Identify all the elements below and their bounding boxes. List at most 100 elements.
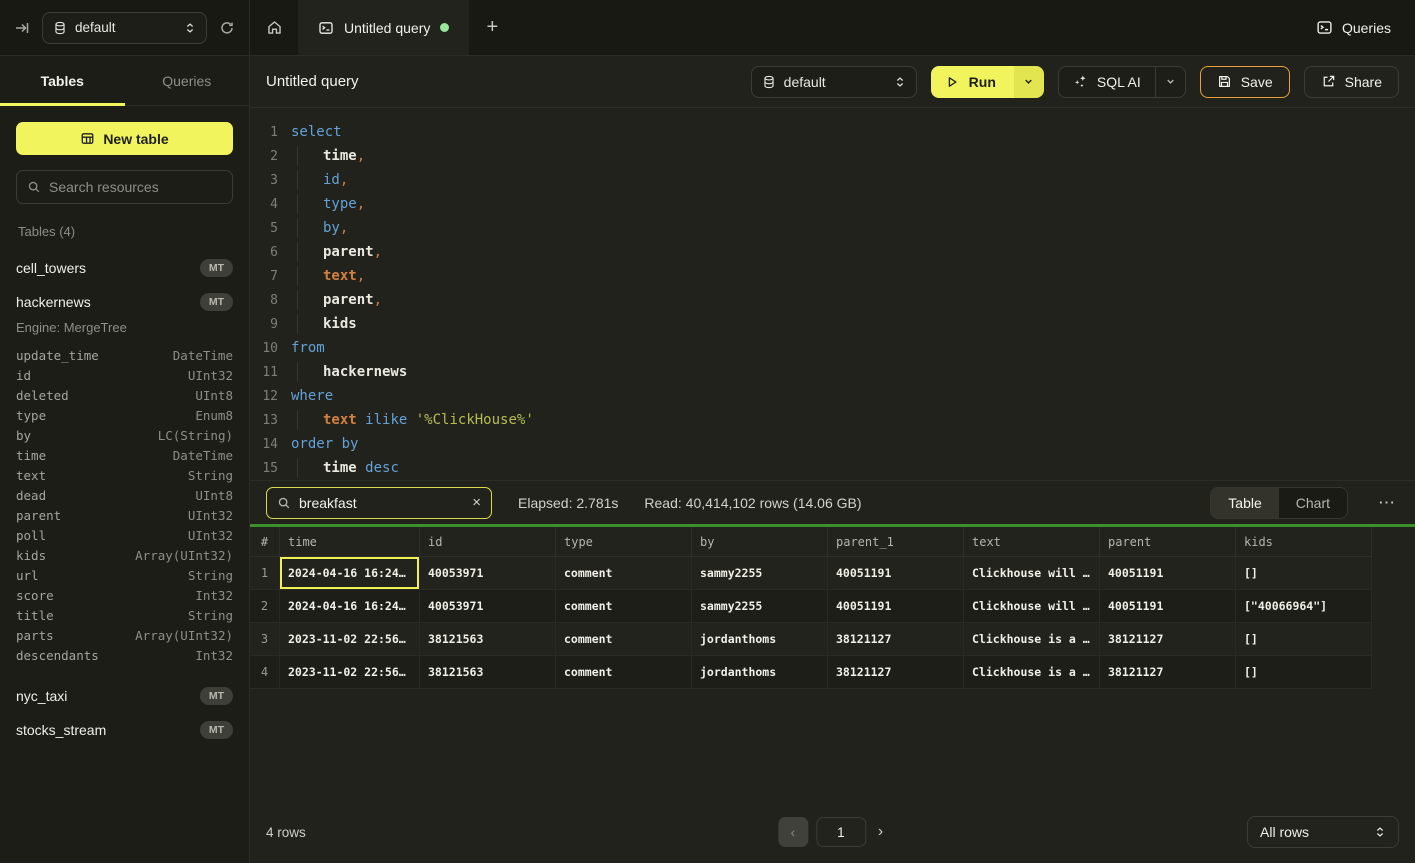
cell-1-parent[interactable]: 40051191 — [1100, 557, 1236, 590]
code-line[interactable]: id, — [291, 172, 348, 188]
cell-4-by[interactable]: jordanthoms — [692, 656, 828, 689]
cell-2-type[interactable]: comment — [556, 590, 692, 623]
query-database-selector[interactable]: default — [751, 66, 917, 98]
code-line[interactable]: parent, — [291, 244, 382, 260]
cell-2-by[interactable]: sammy2255 — [692, 590, 828, 623]
cell-2-parent_1[interactable]: 40051191 — [828, 590, 964, 623]
results-search-input[interactable] — [299, 495, 464, 511]
collapse-sidebar-icon — [14, 20, 30, 36]
cell-3-parent_1[interactable]: 38121127 — [828, 623, 964, 656]
resource-search-input[interactable] — [49, 179, 222, 195]
code-line[interactable]: text ilike '%ClickHouse%' — [291, 412, 534, 428]
cell-3-kids[interactable]: [] — [1236, 623, 1372, 656]
sql-token: , — [357, 268, 365, 284]
cell-2-time[interactable]: 2024-04-16 16:24… — [280, 590, 420, 623]
cell-2-id[interactable]: 40053971 — [420, 590, 556, 623]
sql-token: where — [291, 388, 333, 404]
view-toggle-chart[interactable]: Chart — [1279, 488, 1347, 518]
cell-1-parent_1[interactable]: 40051191 — [828, 557, 964, 590]
table-name: stocks_stream — [16, 722, 106, 738]
code-line[interactable]: time desc — [291, 460, 399, 476]
sql-token: select — [291, 124, 342, 140]
sql-token: , — [374, 244, 382, 260]
column-row: textString — [16, 465, 233, 485]
code-line[interactable]: select — [291, 124, 342, 140]
queries-button[interactable]: Queries — [1316, 19, 1391, 36]
cell-1-type[interactable]: comment — [556, 557, 692, 590]
code-line[interactable]: kids — [291, 316, 357, 332]
cell-3-time[interactable]: 2023-11-02 22:56… — [280, 623, 420, 656]
cell-1-time[interactable]: 2024-04-16 16:24… — [280, 557, 420, 590]
editor-line: 9kids — [250, 312, 1415, 336]
cell-4-text[interactable]: Clickhouse is a … — [964, 656, 1100, 689]
page-size-selector[interactable]: All rows — [1247, 816, 1399, 848]
refresh-button[interactable] — [219, 20, 235, 36]
cell-4-type[interactable]: comment — [556, 656, 692, 689]
cell-3-id[interactable]: 38121563 — [420, 623, 556, 656]
code-line[interactable]: time, — [291, 148, 365, 164]
editor-line: 7text, — [250, 264, 1415, 288]
cell-4-time[interactable]: 2023-11-02 22:56… — [280, 656, 420, 689]
code-line[interactable]: text, — [291, 268, 365, 284]
code-line[interactable]: hackernews — [291, 364, 407, 380]
cell-1-text[interactable]: Clickhouse will … — [964, 557, 1100, 590]
cell-4-id[interactable]: 38121563 — [420, 656, 556, 689]
run-button[interactable]: Run — [931, 66, 1014, 98]
cell-4-kids[interactable]: [] — [1236, 656, 1372, 689]
cell-4-parent[interactable]: 38121127 — [1100, 656, 1236, 689]
column-name: parts — [16, 628, 54, 643]
sidebar-table-cell_towers[interactable]: cell_towersMT — [16, 251, 233, 285]
database-selector[interactable]: default — [42, 12, 207, 44]
sidebar-tab-queries[interactable]: Queries — [125, 56, 250, 105]
cell-2-parent[interactable]: 40051191 — [1100, 590, 1236, 623]
sql-ai-button[interactable]: SQL AI — [1059, 67, 1155, 97]
results-more-button[interactable]: ⋯ — [1374, 493, 1399, 513]
cell-1-id[interactable]: 40053971 — [420, 557, 556, 590]
sql-token: , — [340, 172, 348, 188]
cell-2-text[interactable]: Clickhouse will … — [964, 590, 1100, 623]
sidebar-tab-tables[interactable]: Tables — [0, 56, 125, 105]
cell-2-kids[interactable]: ["40066964"] — [1236, 590, 1372, 623]
col-header-parent_1: parent_1 — [828, 527, 964, 557]
code-line[interactable]: order by — [291, 436, 358, 452]
sidebar-table-nyc_taxi[interactable]: nyc_taxiMT — [16, 679, 233, 713]
new-tab-button[interactable]: + — [469, 0, 515, 55]
code-line[interactable]: from — [291, 340, 325, 356]
cell-4-parent_1[interactable]: 38121127 — [828, 656, 964, 689]
column-name: update_time — [16, 348, 99, 363]
cell-3-text[interactable]: Clickhouse is a … — [964, 623, 1100, 656]
cell-3-by[interactable]: jordanthoms — [692, 623, 828, 656]
sql-editor[interactable]: 1select2time,3id,4type,5by,6parent,7text… — [250, 108, 1415, 480]
cell-3-type[interactable]: comment — [556, 623, 692, 656]
cell-1-by[interactable]: sammy2255 — [692, 557, 828, 590]
code-line[interactable]: parent, — [291, 292, 382, 308]
column-list: update_timeDateTimeidUInt32deletedUInt8t… — [16, 345, 233, 665]
view-toggle-table[interactable]: Table — [1211, 488, 1278, 518]
page-size-value: All rows — [1260, 824, 1309, 840]
prev-page-button[interactable]: ‹ — [778, 817, 808, 847]
cell-1-kids[interactable]: [] — [1236, 557, 1372, 590]
sidebar-table-hackernews[interactable]: hackernewsMT — [16, 285, 233, 319]
sidebar-table-stocks_stream[interactable]: stocks_streamMT — [16, 713, 233, 747]
cell-3-parent[interactable]: 38121127 — [1100, 623, 1236, 656]
home-button[interactable] — [250, 0, 298, 55]
next-page-button[interactable]: › — [874, 823, 887, 841]
new-table-button[interactable]: New table — [16, 122, 233, 155]
share-button[interactable]: Share — [1304, 66, 1399, 98]
tab-untitled-query[interactable]: Untitled query — [298, 0, 469, 55]
sql-ai-options-button[interactable] — [1155, 67, 1185, 97]
column-name: dead — [16, 488, 46, 503]
code-line[interactable]: by, — [291, 220, 348, 236]
page-number-input[interactable]: 1 — [816, 817, 866, 847]
sql-token: , — [357, 196, 365, 212]
clear-search-button[interactable]: × — [472, 495, 481, 510]
run-options-button[interactable] — [1014, 66, 1044, 98]
line-number: 11 — [250, 365, 278, 380]
collapse-sidebar-button[interactable] — [14, 20, 30, 36]
line-number: 1 — [250, 125, 278, 140]
column-name: deleted — [16, 388, 69, 403]
code-line[interactable]: type, — [291, 196, 365, 212]
line-number: 6 — [250, 245, 278, 260]
save-button[interactable]: Save — [1200, 66, 1290, 98]
code-line[interactable]: where — [291, 388, 333, 404]
